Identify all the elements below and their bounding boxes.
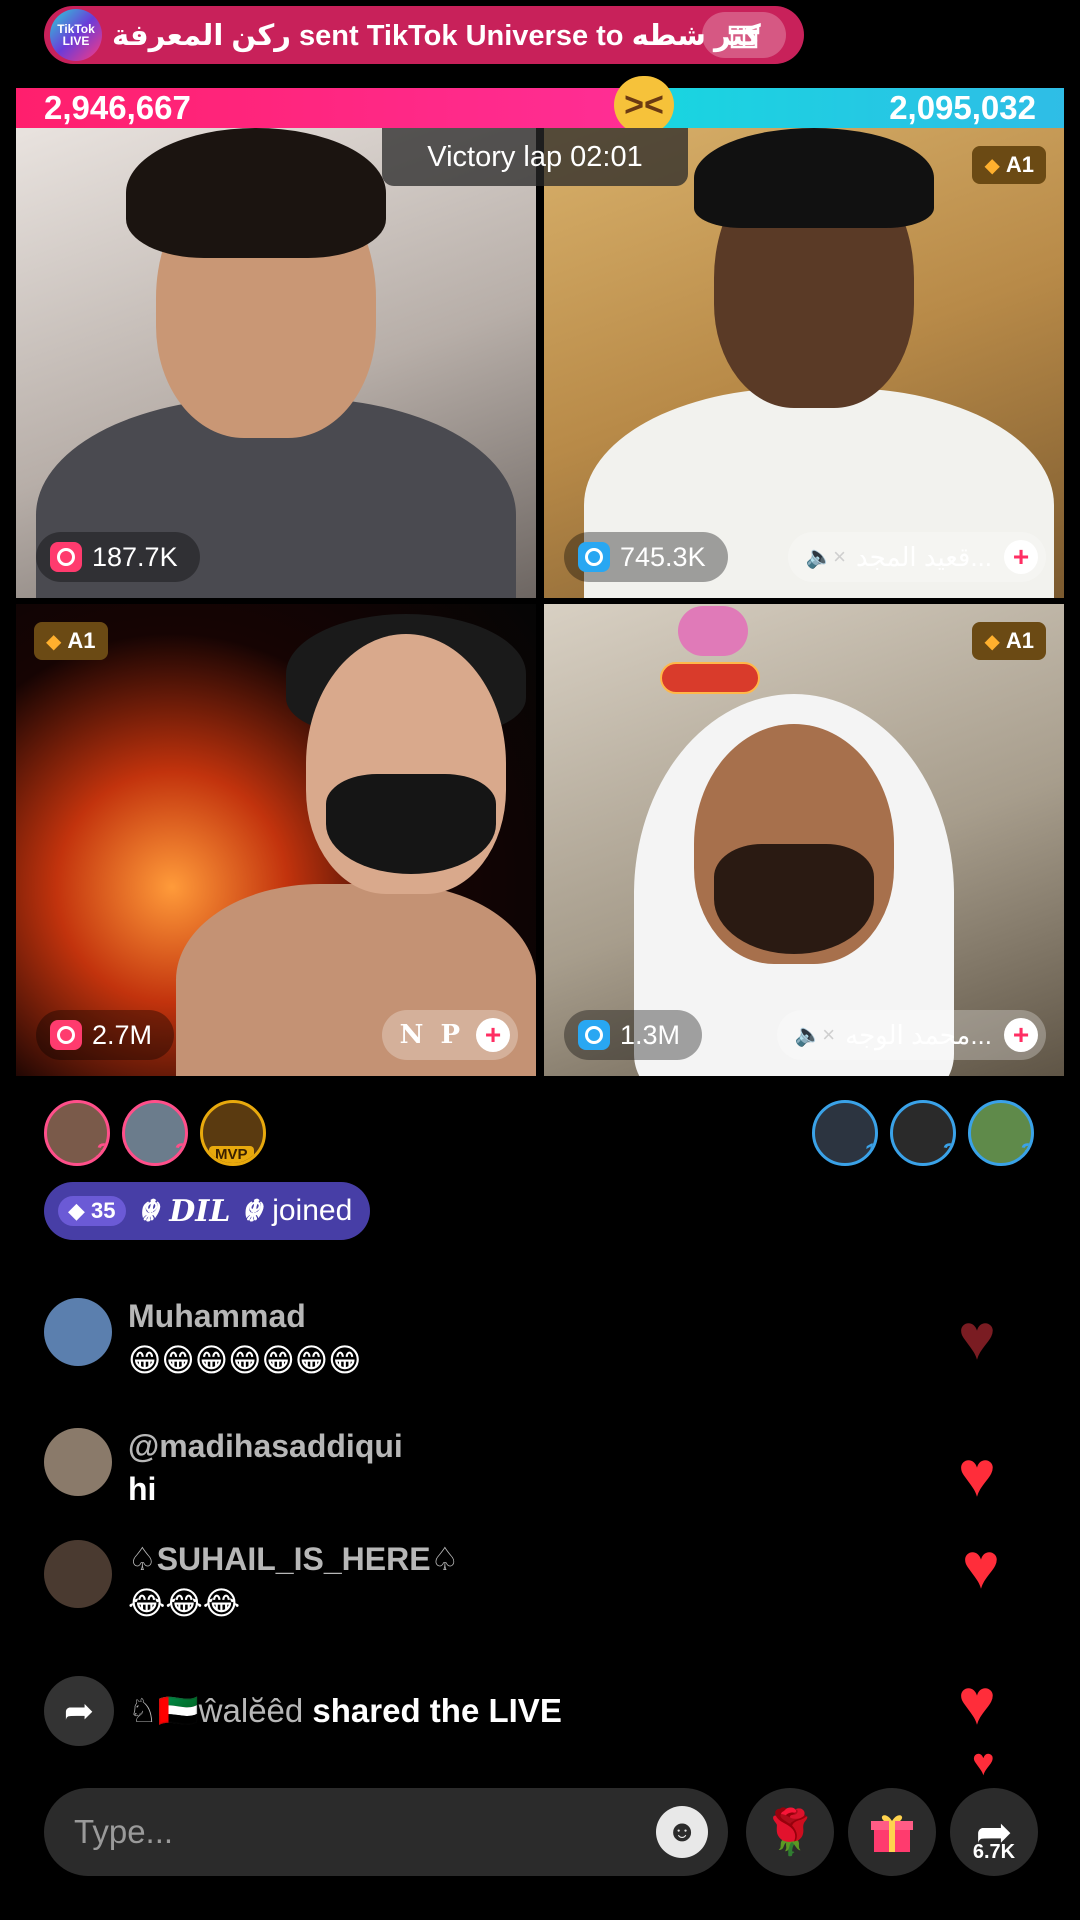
guest-name-pill[interactable]: 🔈× قعيد المجد... + xyxy=(787,532,1046,582)
score-right: 2,095,032 xyxy=(640,88,1064,128)
follow-plus-button[interactable]: + xyxy=(476,1018,510,1052)
viewer-count: 745.3K xyxy=(620,541,706,572)
video-tile-4[interactable]: ◆ A1 1.3M 🔈× محمد الوجه... + xyxy=(544,604,1064,1076)
comment-username[interactable]: ♤SUHAIL_IS_HERE♤ xyxy=(128,1540,459,1578)
level-badge: ◆ 35 xyxy=(58,1196,126,1226)
heart-icon: ♥ xyxy=(958,1666,996,1738)
tiktok-live-logo: TikTok LIVE xyxy=(50,9,102,61)
comment-username[interactable]: Muhammad xyxy=(128,1298,362,1335)
heart-icon: ♥ xyxy=(958,1438,996,1510)
video-tile-1[interactable]: 187.7K xyxy=(16,128,536,598)
gift-character-icon xyxy=(678,606,748,656)
diamond-icon: ◆ xyxy=(984,630,1000,653)
guest-beard xyxy=(714,844,874,954)
comment-username[interactable]: @madihasaddiqui xyxy=(128,1428,403,1465)
gift-button[interactable] xyxy=(848,1788,936,1876)
face-mask xyxy=(326,774,496,874)
guest-hair xyxy=(694,128,934,228)
top-gifter-avatar[interactable]: 2 xyxy=(122,1100,188,1166)
heart-icon: ♥ xyxy=(972,1742,995,1784)
gift-icon xyxy=(871,1815,913,1852)
guest-name: N P xyxy=(399,1020,464,1050)
top-gifter-avatar[interactable]: 3 xyxy=(44,1100,110,1166)
gift-banner-text: ركن المعرفة sent TikTok Universe to كثر … xyxy=(112,19,761,52)
camera-icon xyxy=(50,542,82,572)
camera-icon xyxy=(578,1020,610,1050)
chat-comment[interactable]: Muhammad 😁😁😁😁😁😁😁 xyxy=(44,1298,362,1379)
follow-plus-button[interactable]: + xyxy=(1004,1018,1038,1052)
viewer-count-pill[interactable]: 745.3K xyxy=(564,532,728,582)
joined-text: joined xyxy=(272,1194,353,1227)
emoji-icon[interactable]: ☻ xyxy=(656,1806,708,1858)
top-gifter-avatar[interactable]: 2 xyxy=(890,1100,956,1166)
rank-badge: ◆ A1 xyxy=(972,146,1046,184)
gift-tag xyxy=(660,662,760,694)
viewer-count-pill[interactable]: 2.7M xyxy=(36,1010,175,1060)
follow-plus-button[interactable]: + xyxy=(1004,540,1038,574)
rank-badge: ◆ A1 xyxy=(34,622,108,660)
comment-text: hi xyxy=(128,1471,157,1507)
victory-lap-timer: Victory lap 02:01 xyxy=(382,128,688,186)
shared-live-notice: ➦ ♘🇦🇪ŵalĕêd shared the LIVE xyxy=(44,1676,562,1746)
rose-icon: 🌹 xyxy=(762,1808,818,1857)
guest-name: محمد الوجه... xyxy=(845,1019,992,1050)
viewer-count: 187.7K xyxy=(92,541,178,572)
muted-speaker-icon: 🔈× xyxy=(794,1022,836,1047)
video-tile-2[interactable]: ◆ A1 745.3K 🔈× قعيد المجد... + xyxy=(544,128,1064,598)
camera-icon xyxy=(50,1020,82,1050)
shared-text: shared the LIVE xyxy=(312,1692,562,1729)
user-joined-notice: ◆ 35 ☬ DIL ☬ joined xyxy=(44,1182,371,1240)
guest-name-pill[interactable]: 🔈× محمد الوجه... + xyxy=(776,1010,1046,1060)
viewer-count: 1.3M xyxy=(620,1019,681,1050)
comment-text: 😂😂😂 xyxy=(128,1585,241,1621)
avatar[interactable] xyxy=(44,1298,112,1366)
diamond-icon: ◆ xyxy=(984,154,1000,177)
avatar[interactable] xyxy=(44,1540,112,1608)
mvp-avatar[interactable]: MVP xyxy=(200,1100,266,1166)
share-arrow-icon: ➦ xyxy=(44,1676,114,1746)
viewer-count-pill[interactable]: 1.3M xyxy=(564,1010,703,1060)
camera-icon xyxy=(578,542,610,572)
chat-comment[interactable]: @madihasaddiqui hi xyxy=(44,1428,403,1508)
heart-icon: ♥ xyxy=(958,1301,996,1373)
rose-gift-button[interactable]: 🌹 xyxy=(746,1788,834,1876)
heart-icon: ♥ xyxy=(962,1530,1000,1602)
comment-text: 😁😁😁😁😁😁😁 xyxy=(128,1342,362,1378)
gift-icon[interactable] xyxy=(702,12,786,58)
viewer-count: 2.7M xyxy=(92,1019,153,1050)
diamond-icon: ◆ xyxy=(46,630,62,653)
joined-user: ☬ DIL ☬ xyxy=(137,1193,263,1229)
comment-input-placeholder: Type... xyxy=(74,1813,174,1850)
muted-speaker-icon: 🔈× xyxy=(805,544,847,569)
chat-comment[interactable]: ♤SUHAIL_IS_HERE♤ 😂😂😂 xyxy=(44,1540,459,1622)
top-gifter-avatar[interactable]: 3 xyxy=(968,1100,1034,1166)
floating-gift-sticker xyxy=(660,606,760,698)
battle-emoji-icon: >< xyxy=(614,76,674,134)
comment-input[interactable]: Type... ☻ xyxy=(44,1788,728,1876)
shared-username: ♘🇦🇪ŵalĕêd xyxy=(128,1692,304,1729)
viewer-count-pill[interactable]: 187.7K xyxy=(36,532,200,582)
host-hair xyxy=(126,128,386,258)
score-left: 2,946,667 xyxy=(16,88,640,128)
rank-badge: ◆ A1 xyxy=(972,622,1046,660)
share-count: 6.7K xyxy=(972,1841,1016,1863)
share-button[interactable]: ➦ 6.7K xyxy=(950,1788,1038,1876)
battle-score-bar: 2,946,667 2,095,032 >< xyxy=(16,76,1064,134)
guest-name: قعيد المجد... xyxy=(856,541,992,572)
avatar[interactable] xyxy=(44,1428,112,1496)
gift-banner[interactable]: TikTok LIVE ركن المعرفة sent TikTok Univ… xyxy=(44,6,804,64)
video-tile-3[interactable]: ◆ A1 2.7M N P + xyxy=(16,604,536,1076)
top-gifter-avatar[interactable]: 1 xyxy=(812,1100,878,1166)
guest-name-pill[interactable]: N P + xyxy=(381,1010,518,1060)
